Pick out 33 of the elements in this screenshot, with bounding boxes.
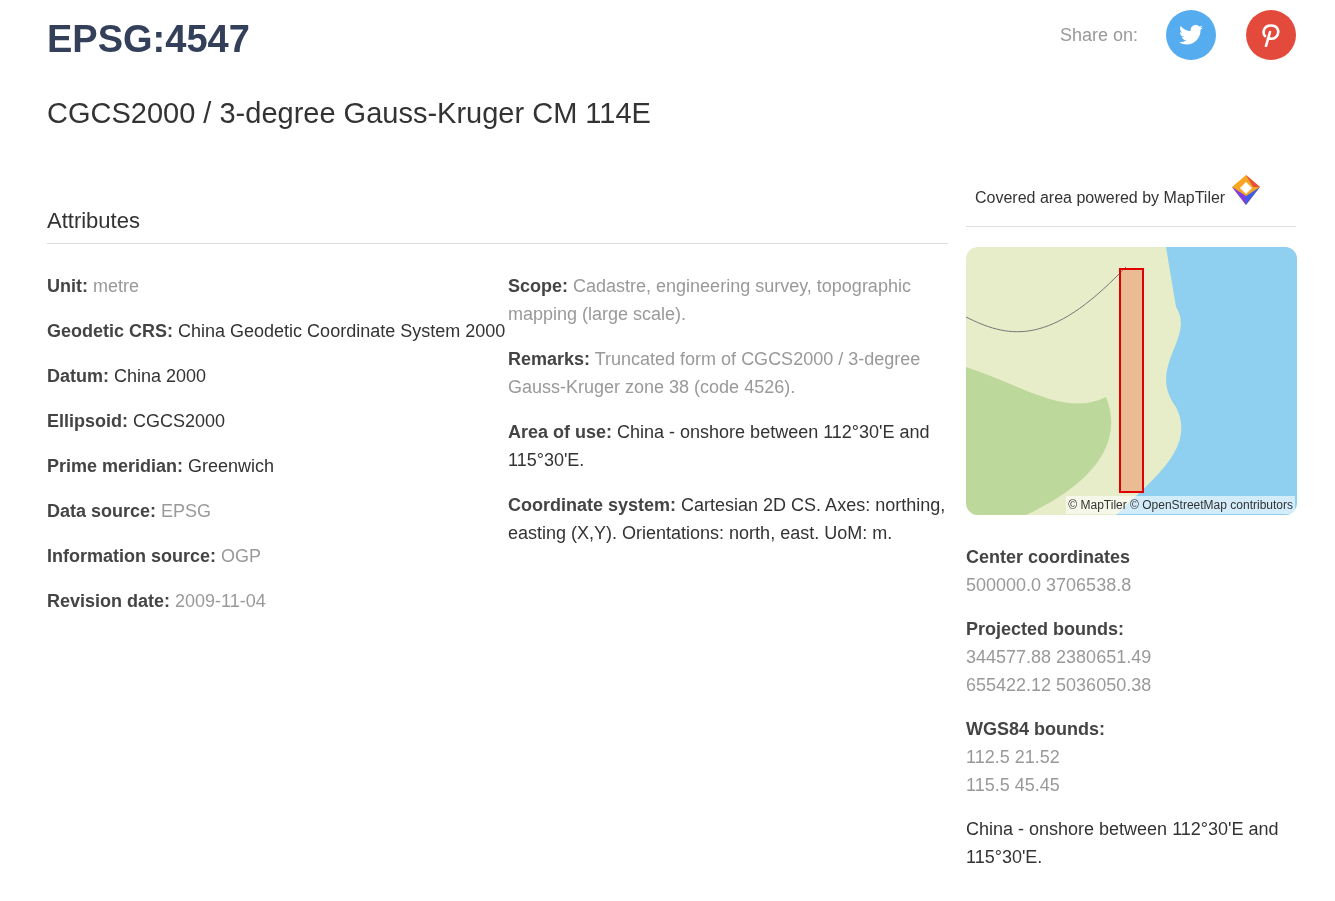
coordinate-value: 344577.88 2380651.49 (966, 645, 1152, 669)
bird-icon (1179, 25, 1203, 45)
attribute-text: Geodetic CRS: China Geodetic Coordinate System 2000 (47, 319, 507, 343)
maptiler-logo-icon (1231, 173, 1262, 206)
share-label: Share on: (1059, 23, 1138, 47)
attribute-text: Data source: EPSG (47, 499, 213, 523)
attribute-text: Remarks: Truncated form of CGCS2000 / 3-degree Gauss-Kruger zone 38 (code 4526). (508, 347, 922, 399)
attribute-text: Datum: China 2000 (47, 364, 208, 388)
coordinate-value: 112.5 21.52 (966, 745, 1060, 769)
crs-code-title: EPSG:4547 (47, 17, 250, 62)
coordinate-value: 655422.12 5036050.38 (966, 673, 1152, 697)
attribute-text: Unit: metre (47, 274, 140, 298)
attribute-text: Area of use: China - onshore between 112°30'E and 115°30'E. (508, 420, 931, 472)
coordinate-value: 115.5 45.45 (966, 773, 1060, 797)
attribute-text: Revision date: 2009-11-04 (47, 589, 267, 613)
section-title: Attributes (47, 206, 141, 235)
map-attribution[interactable]: © MapTiler © OpenStreetMap contributors (1066, 495, 1295, 514)
map-caption: Covered area powered by MapTiler (975, 187, 1226, 208)
area-description: China - onshore between 112°30'E and 115°30'E. (966, 817, 1280, 869)
attribute-text: Scope: Cadastre, engineering survey, topographic mapping (large scale). (508, 274, 912, 326)
attribute-text: Ellipsoid: CGCS2000 (47, 409, 227, 433)
twitter-share-button[interactable] (1166, 10, 1216, 60)
attribute-text: Coordinate system: Cartesian 2D CS. Axes: northing, easting (X,Y). Orientations: north, east. UoM: m. (508, 493, 947, 545)
info-heading: Center coordinates (966, 545, 1132, 569)
pin-p-icon (1262, 23, 1280, 47)
info-heading: WGS84 bounds: (966, 717, 1106, 741)
map-drawing[interactable] (966, 246, 1297, 515)
attribute-text: Information source: OGP (47, 544, 263, 568)
attribute-text: Prime meridian: Greenwich (47, 454, 276, 478)
crs-name: CGCS2000 / 3-degree Gauss-Kruger CM 114E (47, 96, 652, 131)
coordinate-value: 500000.0 3706538.8 (966, 573, 1132, 597)
info-heading: Projected bounds: (966, 617, 1125, 641)
pinterest-share-button[interactable] (1246, 10, 1296, 60)
